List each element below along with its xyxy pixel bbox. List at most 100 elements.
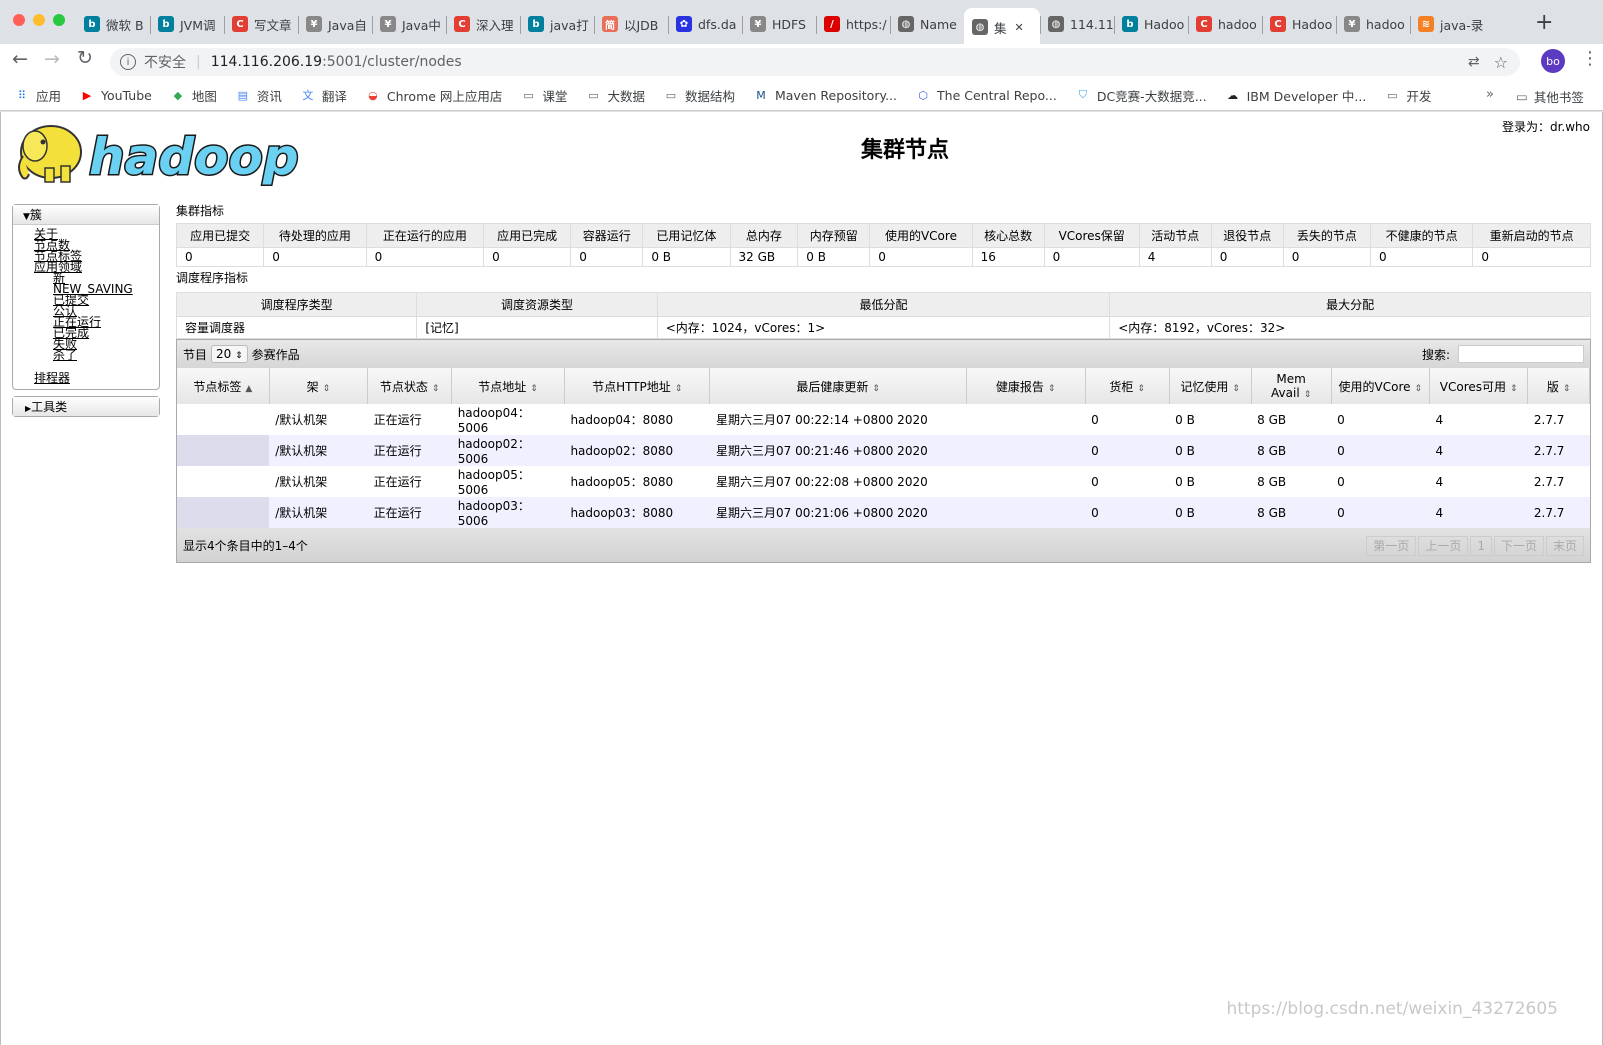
bookmark-item[interactable]: ▭ 大数据 (585, 86, 645, 105)
bookmark-item[interactable]: M Maven Repository... (753, 87, 897, 103)
metric-value: 0 (1282, 247, 1372, 267)
bookmark-item[interactable]: ▶ YouTube (79, 87, 152, 103)
metric-link[interactable]: 0 (1481, 250, 1489, 264)
column-header[interactable]: Mem Avail ⇕ (1251, 368, 1332, 404)
close-window-icon[interactable] (13, 14, 25, 26)
column-header[interactable]: 节点地址 ⇕ (451, 368, 565, 404)
browser-tab[interactable]: / https:/ (816, 8, 890, 40)
node-http-link[interactable]: hadoop03：8080 (570, 506, 673, 520)
table-cell: 0 (1331, 466, 1430, 497)
forward-icon[interactable]: → (44, 48, 60, 70)
browser-tab[interactable]: ◍ 114.11 (1040, 8, 1114, 40)
table-cell: 0 (1331, 497, 1430, 528)
new-tab-button[interactable]: + (1535, 10, 1553, 35)
table-row: /默认机架 正在运行 hadoop04：5006 hadoop04：8080 星期六三月… (177, 404, 1590, 435)
column-header[interactable]: 最后健康更新 ⇕ (709, 368, 967, 404)
bookmark-label: 课堂 (542, 88, 568, 104)
bookmark-item[interactable]: ⛉ DC竞赛-大数据竞... (1075, 86, 1207, 105)
reload-icon[interactable]: ↻ (77, 47, 93, 69)
column-header[interactable]: 健康报告 ⇕ (966, 368, 1086, 404)
bookmark-item[interactable]: ◒ Chrome 网上应用店 (365, 86, 503, 105)
minimize-window-icon[interactable] (33, 14, 45, 26)
pagination-button[interactable]: 第一页 (1366, 535, 1417, 556)
triangle-down-icon: ▼ (23, 212, 30, 222)
bookmark-item[interactable]: ▭ 开发 (1384, 86, 1431, 105)
browser-tab[interactable]: 简以JDB (594, 8, 668, 40)
node-http-link[interactable]: hadoop04：8080 (570, 413, 673, 427)
tab-title: 集 (994, 20, 1007, 36)
bookmark-item[interactable]: 文翻译 (300, 86, 347, 105)
pagination-button[interactable]: 末页 (1545, 535, 1584, 556)
metric-value: 0 B (642, 247, 731, 267)
browser-tab[interactable]: b Hadoo (1114, 8, 1188, 40)
pagination-button[interactable]: 1 (1470, 535, 1492, 556)
menu-kebab-icon[interactable]: ⋮ (1581, 48, 1599, 69)
page-length-select[interactable]: 20 ⇕ (211, 345, 248, 363)
search-input[interactable] (1458, 345, 1584, 363)
bookmark-label: Chrome 网上应用店 (386, 88, 503, 104)
tab-close-icon[interactable]: ✕ (1015, 21, 1024, 34)
browser-tab[interactable]: ✿ dfs.da (668, 8, 742, 40)
cluster-nav-header[interactable]: ▼簇 (13, 205, 159, 225)
browser-tab[interactable]: C Hadoo (1262, 8, 1336, 40)
pagination-button[interactable]: 上一页 (1418, 535, 1469, 556)
browser-tab[interactable]: b java打 (520, 8, 594, 40)
metric-header: 已用记忆体 (642, 223, 731, 248)
bookmark-item[interactable]: ▭ 数据结构 (663, 86, 735, 105)
hadoop-logo-text: hadoop (89, 128, 299, 186)
column-header[interactable]: 节点标签 ▲ (177, 368, 270, 404)
bookmark-item[interactable]: ▭ 课堂 (520, 86, 567, 105)
bookmark-item[interactable]: ☁ IBM Developer 中... (1225, 86, 1366, 105)
info-icon[interactable]: i (120, 54, 136, 70)
metric-link[interactable]: 0 (1292, 250, 1300, 264)
nav-scheduler-link[interactable]: 排程器 (34, 371, 159, 385)
cluster-nav-label: 簇 (29, 208, 42, 222)
column-header[interactable]: 节点HTTP地址 ⇕ (564, 368, 711, 404)
more-bookmarks-chevron-icon[interactable]: » (1486, 87, 1494, 102)
nav-app-state-link[interactable]: 杀了 (53, 349, 159, 361)
bookmark-star-icon[interactable]: ☆ (1494, 53, 1508, 72)
column-header[interactable]: VCores可用 ⇕ (1429, 368, 1529, 404)
metric-link[interactable]: 0 (1379, 250, 1387, 264)
browser-tab[interactable]: b JVM调 (150, 8, 224, 40)
column-header[interactable]: 节点状态 ⇕ (367, 368, 453, 404)
browser-tab[interactable]: ¥ HDFS (742, 8, 816, 40)
column-header[interactable]: 货柜 ⇕ (1085, 368, 1170, 404)
browser-tab[interactable]: b 微软 B (76, 8, 150, 40)
address-bar[interactable]: i 不安全 | 114.116.206.19 :5001/cluster/nod… (110, 48, 1520, 76)
metric-header: 容器运行 (570, 223, 644, 248)
node-http-link[interactable]: hadoop05：8080 (570, 475, 673, 489)
node-http-link[interactable]: hadoop02：8080 (570, 444, 673, 458)
browser-tab[interactable]: ◍ 集 ✕ (964, 8, 1040, 46)
column-header[interactable]: 架 ⇕ (269, 368, 369, 404)
browser-tab[interactable]: ◍ Name (890, 8, 964, 40)
browser-tab[interactable]: ¥ hadoo (1336, 8, 1410, 40)
browser-tab[interactable]: Chadoo (1188, 8, 1262, 40)
browser-tab[interactable]: ¥ Java自 (298, 8, 372, 40)
column-header-label: 节点状态 (379, 379, 428, 394)
avatar[interactable]: bo (1541, 49, 1565, 73)
tools-nav-header[interactable]: ▶工具类 (13, 397, 159, 416)
bookmark-label: 翻译 (321, 88, 347, 104)
metric-link[interactable]: 0 (1220, 250, 1228, 264)
column-header[interactable]: 使用的VCore ⇕ (1331, 368, 1431, 404)
back-icon[interactable]: ← (12, 48, 28, 70)
bookmark-item[interactable]: ⠿ 应用 (14, 86, 61, 105)
zoom-window-icon[interactable] (53, 14, 65, 26)
browser-tab[interactable]: C 深入理 (446, 8, 520, 40)
pagination-button[interactable]: 下一页 (1493, 535, 1544, 556)
sort-both-icon: ⇕ (1303, 390, 1312, 400)
bookmark-item[interactable]: ⬡ The Central Repo... (915, 87, 1057, 103)
translate-page-icon[interactable]: ⇄ (1468, 54, 1480, 70)
browser-tab[interactable]: ¥ Java中 (372, 8, 446, 40)
column-header[interactable]: 版 ⇕ (1527, 368, 1590, 404)
other-bookmarks[interactable]: ▭ 其他书签 (1516, 87, 1584, 106)
browser-tab[interactable]: C 写文章 (224, 8, 298, 40)
scheduler-metrics-title: 调度程序指标 (176, 271, 249, 285)
table-cell: 8 GB (1251, 435, 1332, 466)
browser-tab[interactable]: ≋ java-录 (1410, 8, 1484, 40)
metric-link[interactable]: 4 (1148, 250, 1156, 264)
bookmark-item[interactable]: ◆ 地图 (170, 86, 217, 105)
column-header[interactable]: 记忆使用 ⇕ (1169, 368, 1252, 404)
bookmark-item[interactable]: ▤ 资讯 (235, 86, 282, 105)
